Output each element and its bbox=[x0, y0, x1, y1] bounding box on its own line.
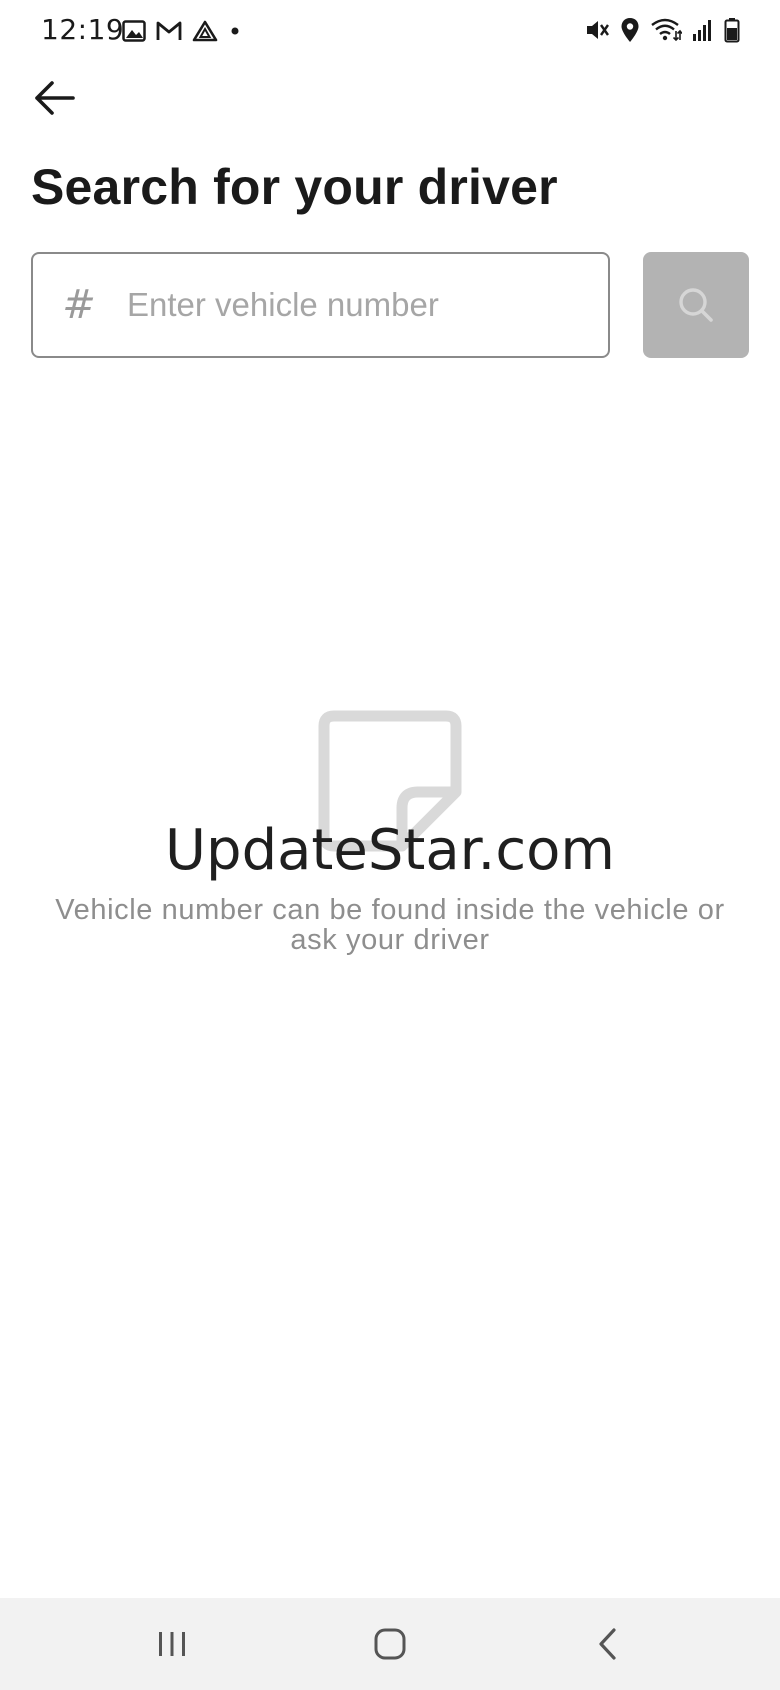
system-nav-bar bbox=[0, 1598, 780, 1690]
wifi-icon bbox=[650, 17, 682, 43]
signal-icon bbox=[692, 18, 714, 42]
notification-dot-icon bbox=[228, 24, 242, 38]
home-button[interactable] bbox=[358, 1612, 422, 1676]
vehicle-number-input[interactable] bbox=[127, 286, 567, 324]
status-time: 12:19 bbox=[41, 13, 125, 46]
location-icon bbox=[620, 17, 640, 43]
search-button[interactable] bbox=[643, 252, 749, 358]
arrow-left-icon bbox=[35, 81, 75, 115]
back-button[interactable] bbox=[28, 72, 80, 124]
recents-button[interactable] bbox=[140, 1612, 204, 1676]
recents-icon bbox=[159, 1632, 185, 1656]
status-bar: 12:19 bbox=[0, 0, 780, 64]
gmail-icon bbox=[156, 21, 182, 41]
hash-icon: # bbox=[62, 282, 96, 328]
mute-vibrate-icon bbox=[584, 17, 610, 43]
status-left-icons bbox=[122, 18, 242, 44]
hint-text: Vehicle number can be found inside the v… bbox=[55, 894, 725, 956]
page-title: Search for your driver bbox=[31, 159, 558, 215]
home-icon bbox=[374, 1628, 406, 1660]
vehicle-number-field[interactable]: # bbox=[31, 252, 610, 358]
drive-icon bbox=[192, 20, 218, 42]
status-right-icons bbox=[584, 16, 740, 44]
back-chevron-icon bbox=[599, 1628, 616, 1660]
watermark-text: UpdateStar.com bbox=[165, 818, 615, 883]
image-icon bbox=[122, 20, 146, 42]
battery-icon bbox=[724, 17, 740, 43]
system-back-button[interactable] bbox=[576, 1612, 640, 1676]
search-icon bbox=[679, 288, 713, 322]
